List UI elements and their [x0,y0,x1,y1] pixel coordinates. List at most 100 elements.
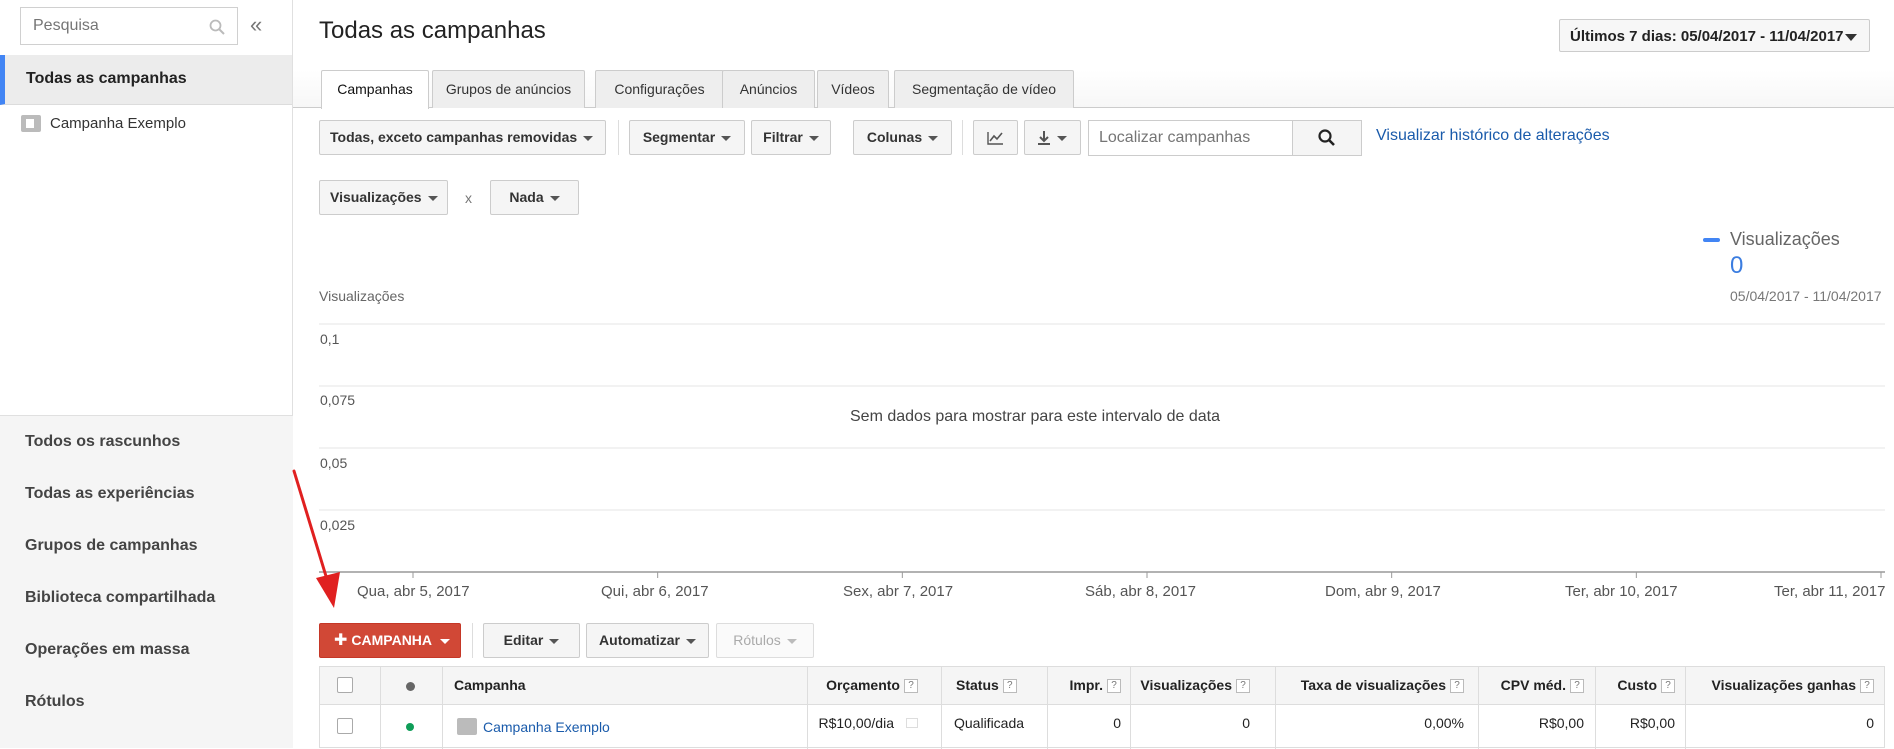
x-tick-label: Sáb, abr 8, 2017 [1085,583,1196,600]
status-filter-label: Todas, exceto campanhas removidas [330,129,578,145]
automate-label: Automatizar [599,632,680,648]
tab-settings[interactable]: Configurações [595,70,724,108]
sidebar-link-bulk-operations[interactable]: Operações em massa [25,641,190,659]
columns-dropdown[interactable]: Colunas [853,120,952,155]
column-header-avg-cpv[interactable]: CPV méd.? [1500,677,1584,694]
filter-dropdown[interactable]: Filtrar [751,120,831,155]
find-campaigns-field[interactable] [1088,120,1293,156]
help-icon[interactable]: ? [1570,679,1584,694]
help-icon[interactable]: ? [1002,679,1017,694]
automate-dropdown[interactable]: Automatizar [586,623,709,658]
tab-video-targeting[interactable]: Segmentação de vídeo [894,70,1074,108]
filter-label: Filtrar [763,129,803,145]
column-header-cost[interactable]: Custo? [1617,677,1675,694]
collapse-sidebar-icon[interactable]: « [250,12,262,38]
x-tick-label: Qua, abr 5, 2017 [357,583,470,600]
help-icon[interactable]: ? [1107,679,1121,694]
add-campaign-button[interactable]: ✚ CAMPANHA [319,623,461,658]
impressions-cell: 0 [1113,715,1121,731]
chevron-down-icon [721,135,732,141]
help-icon[interactable]: ? [1860,679,1874,694]
column-header-impressions[interactable]: Impr.? [1070,677,1121,694]
divider [380,667,381,749]
select-all-checkbox[interactable] [337,677,353,693]
column-header-budget[interactable]: Orçamento? [826,677,918,694]
budget-cell[interactable]: R$10,00/dia [818,715,918,731]
legend-total-value: 0 [1730,252,1744,279]
date-range-selector[interactable]: Últimos 7 dias: 05/04/2017 - 11/04/2017 [1559,19,1870,52]
sidebar-item-campaign[interactable]: Campanha Exemplo [0,108,292,144]
metric2-dropdown[interactable]: Nada [490,180,579,215]
segment-dropdown[interactable]: Segmentar [629,120,745,155]
campaigns-table: Campanha Orçamento? Status? Impr.? Visua… [319,666,1885,749]
sidebar-item-label: Campanha Exemplo [50,115,186,132]
edit-dropdown[interactable]: Editar [483,623,580,658]
sidebar-link-labels[interactable]: Rótulos [25,693,85,711]
column-header-label: CPV méd. [1500,677,1566,693]
column-header-earned-views[interactable]: Visualizações ganhas? [1712,677,1874,694]
campaign-name-link[interactable]: Campanha Exemplo [483,719,610,735]
column-header-campaign[interactable]: Campanha [454,677,526,693]
metric2-label: Nada [509,189,544,205]
status-filter-dropdown[interactable]: Todas, exceto campanhas removidas [319,120,606,155]
divider [962,120,963,155]
sidebar-item-label: Todas as campanhas [26,70,187,87]
change-history-link[interactable]: Visualizar histórico de alterações [1376,127,1610,145]
budget-value: R$10,00/dia [818,715,894,731]
chevron-down-icon [1845,34,1857,41]
x-tick-label: Dom, abr 9, 2017 [1325,583,1441,600]
sidebar-link-shared-library[interactable]: Biblioteca compartilhada [25,589,215,607]
chevron-down-icon [786,638,797,644]
download-dropdown[interactable] [1024,120,1081,155]
earned-views-cell: 0 [1866,715,1874,731]
find-button[interactable] [1292,120,1362,156]
sidebar-search[interactable] [20,7,238,45]
status-enabled-icon[interactable] [406,723,414,731]
column-header-view-rate[interactable]: Taxa de visualizações? [1301,677,1464,694]
metric-separator: x [465,190,472,206]
search-icon [1318,129,1335,146]
annotation-arrow [292,469,340,608]
columns-label: Colunas [866,129,923,145]
sidebar-link-campaign-groups[interactable]: Grupos de campanhas [25,537,198,555]
labels-dropdown[interactable]: Rótulos [716,623,814,658]
legend-color-swatch [1703,238,1720,242]
tab-ad-groups[interactable]: Grupos de anúncios [432,70,585,108]
view-rate-cell: 0,00% [1424,715,1464,731]
sidebar-item-all-campaigns[interactable]: Todas as campanhas [0,55,292,105]
help-icon[interactable]: ? [1450,679,1464,694]
metric1-label: Visualizações [330,189,422,205]
tab-ads[interactable]: Anúncios [722,70,815,108]
sidebar-link-experiments[interactable]: Todas as experiências [25,485,195,503]
budget-chart-icon[interactable] [906,718,918,728]
video-campaign-icon [21,115,41,132]
tab-campaigns[interactable]: Campanhas [321,70,429,109]
divider [1595,667,1596,749]
legend-series-name: Visualizações [1730,229,1840,249]
line-chart-icon [987,132,1003,145]
x-tick-label: Qui, abr 6, 2017 [601,583,709,600]
chevron-down-icon [549,638,560,644]
help-icon[interactable]: ? [1661,679,1675,694]
help-icon[interactable]: ? [1236,679,1250,694]
status-cell: Qualificada [954,715,1025,731]
chart-toggle-button[interactable] [973,120,1018,155]
divider [1047,667,1048,749]
chevron-down-icon [440,638,451,644]
chevron-down-icon [427,195,438,201]
metric1-dropdown[interactable]: Visualizações [319,180,448,215]
column-header-status[interactable]: Status? [956,677,1017,694]
column-header-views[interactable]: Visualizações? [1140,677,1250,694]
find-campaigns-input[interactable] [1089,121,1289,155]
row-checkbox[interactable] [337,718,353,734]
no-data-message: Sem dados para mostrar para este interva… [850,408,1220,425]
column-header-label: Custo [1617,677,1657,693]
tab-videos[interactable]: Vídeos [817,70,889,108]
edit-label: Editar [503,632,544,648]
sidebar-search-input[interactable] [21,8,201,44]
add-campaign-label: CAMPANHA [351,632,433,648]
help-icon[interactable]: ? [904,679,918,694]
x-tick-label: Ter, abr 10, 2017 [1565,583,1678,600]
sidebar-link-drafts[interactable]: Todos os rascunhos [25,433,180,451]
column-header-label: Orçamento [826,677,900,693]
